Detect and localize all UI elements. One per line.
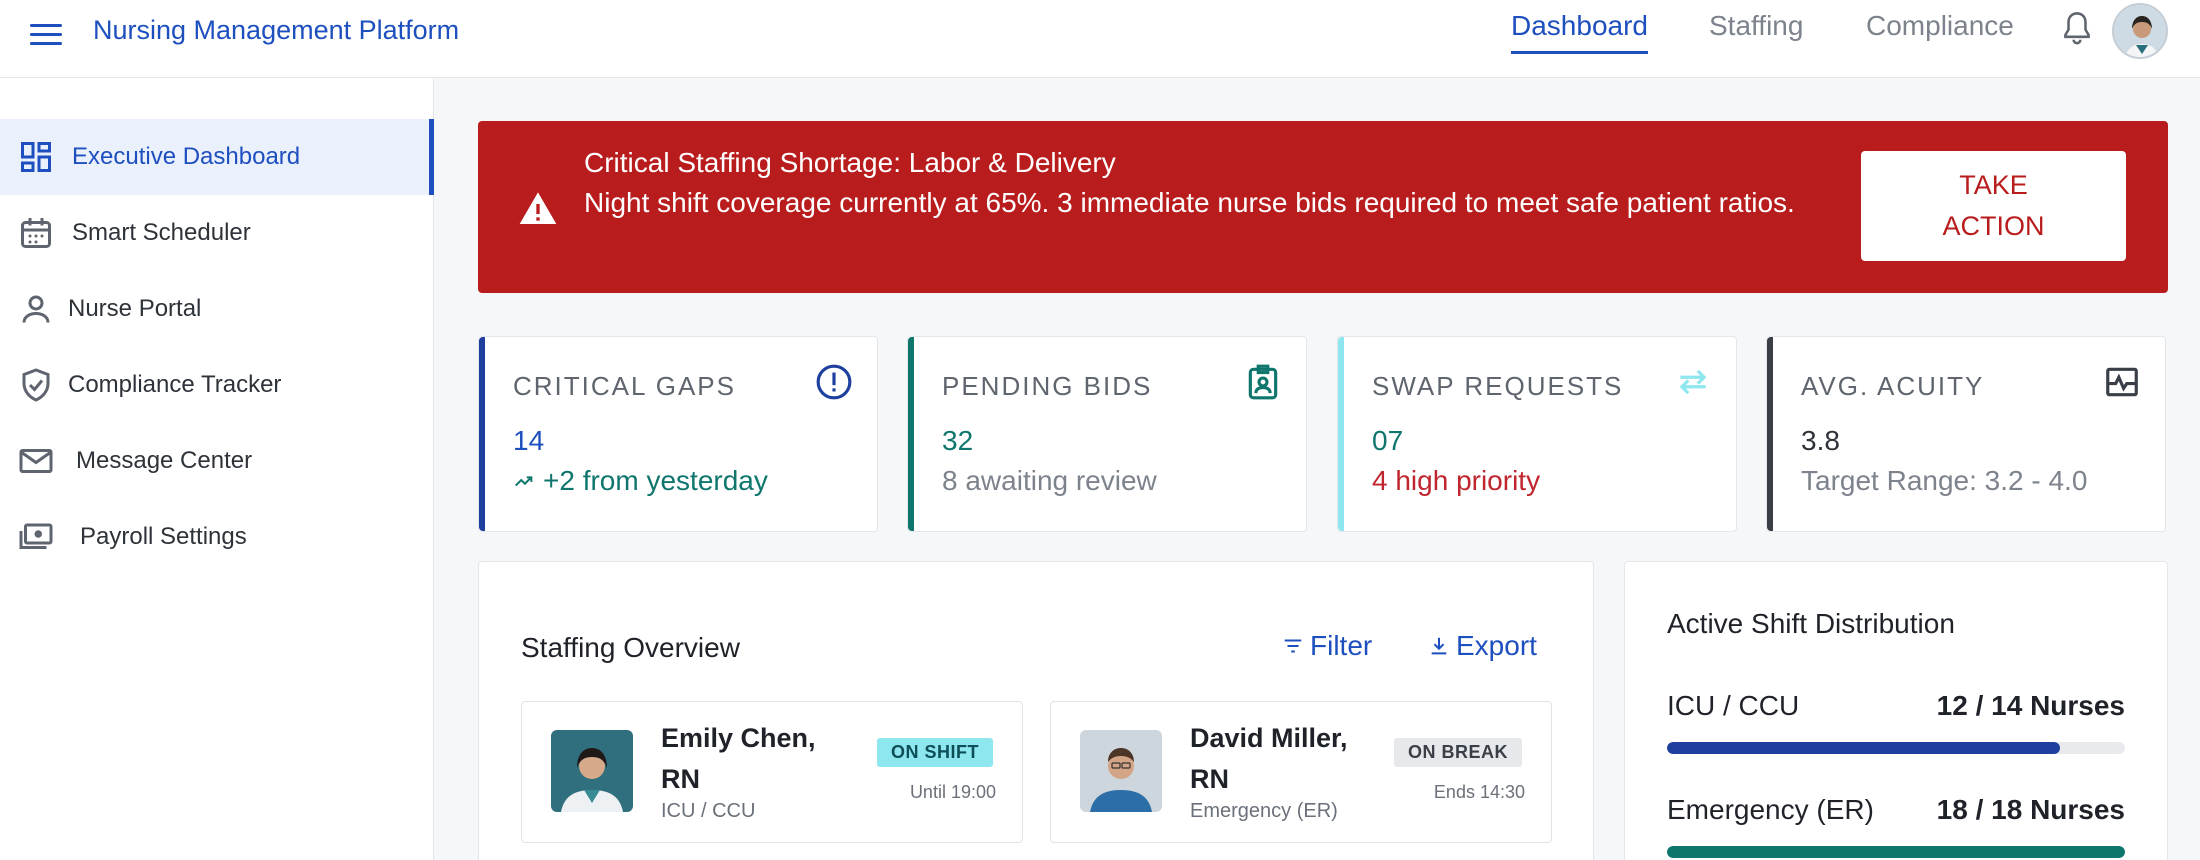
- alert-circle-icon: [816, 364, 852, 400]
- nurse-name: David Miller, RN: [1190, 723, 1348, 794]
- shift-time: Until 19:00: [909, 782, 996, 802]
- stat-title: PENDING BIDS: [942, 371, 1153, 401]
- sidebar-item-label: Compliance Tracker: [68, 371, 282, 398]
- stat-sub: +2 from yesterday: [513, 465, 768, 497]
- stat-card-swap-requests[interactable]: SWAP REQUESTS 07 4 high priority: [1337, 336, 1737, 532]
- nurse-name: Emily Chen, RN: [661, 723, 816, 794]
- trending-up-icon: [515, 476, 533, 487]
- sidebar-item-nurse-portal[interactable]: Nurse Portal: [0, 271, 434, 347]
- warning-icon: [519, 192, 557, 224]
- stat-title: CRITICAL GAPS: [513, 371, 736, 401]
- panel-title: Staffing Overview: [521, 632, 740, 663]
- swap-icon: [1679, 369, 1707, 395]
- distribution-label: Emergency (ER): [1667, 794, 1874, 825]
- stat-value: 07: [1372, 425, 1404, 456]
- take-action-button[interactable]: TAKE ACTION: [1861, 151, 2126, 261]
- shift-distribution-panel: Active Shift Distribution ICU / CCU 12 /…: [1624, 561, 2168, 860]
- stat-accent-bar: [479, 337, 485, 531]
- alert-title: Critical Staffing Shortage: Labor & Deli…: [584, 147, 1116, 178]
- sidebar-item-message-center[interactable]: Message Center: [0, 423, 434, 499]
- sidebar-item-label: Nurse Portal: [68, 295, 202, 322]
- stat-sub-text: +2 from yesterday: [543, 465, 768, 496]
- stat-accent-bar: [908, 337, 914, 531]
- dashboard-icon: [21, 142, 51, 172]
- sidebar-item-label: Executive Dashboard: [72, 143, 301, 170]
- take-action-label-line1: TAKE: [1959, 170, 2028, 200]
- panel-title: Active Shift Distribution: [1667, 608, 1955, 639]
- stat-accent-bar: [1767, 337, 1773, 531]
- distribution-label: ICU / CCU: [1667, 690, 1800, 721]
- export-label: Export: [1456, 630, 1537, 661]
- stat-card-pending-bids[interactable]: PENDING BIDS 32 8 awaiting review: [907, 336, 1307, 532]
- nurse-photo: [551, 730, 633, 812]
- calendar-icon: [21, 218, 51, 248]
- nurse-card[interactable]: David Miller, RN Emergency (ER) ON BREAK…: [1050, 701, 1552, 843]
- critical-alert-banner: Critical Staffing Shortage: Labor & Deli…: [478, 121, 2168, 293]
- distribution-count: 12 / 14 Nurses: [1936, 690, 2125, 721]
- distribution-track: [1667, 742, 2125, 754]
- staffing-overview-panel: Staffing Overview Filter Export Emily Ch…: [478, 561, 1594, 860]
- nurse-card[interactable]: Emily Chen, RN ICU / CCU ON SHIFT Until …: [521, 701, 1023, 843]
- pulse-icon: [2106, 367, 2138, 397]
- status-badge: ON BREAK: [1393, 738, 1522, 767]
- download-icon: [1431, 637, 1447, 655]
- take-action-label-line2: ACTION: [1942, 211, 2045, 241]
- sidebar-item-compliance-tracker[interactable]: Compliance Tracker: [0, 347, 434, 423]
- stat-title: SWAP REQUESTS: [1372, 371, 1624, 401]
- nurse-photo: [1080, 730, 1162, 812]
- menu-icon[interactable]: [30, 14, 70, 54]
- stat-title: AVG. ACUITY: [1801, 371, 1985, 401]
- stat-card-critical-gaps[interactable]: CRITICAL GAPS 14 +2 from yesterday: [478, 336, 878, 532]
- sidebar-item-label: Smart Scheduler: [72, 219, 251, 246]
- money-icon: [19, 523, 53, 549]
- stat-accent-bar: [1338, 337, 1344, 531]
- tab-dashboard[interactable]: Dashboard: [1511, 8, 1648, 54]
- bell-icon[interactable]: [2060, 8, 2094, 50]
- stat-sub: 4 high priority: [1372, 465, 1541, 496]
- export-button[interactable]: Export: [1428, 630, 1537, 662]
- sidebar-item-label: Payroll Settings: [80, 523, 247, 550]
- sidebar-item-label: Message Center: [76, 447, 253, 474]
- distribution-count: 18 / 18 Nurses: [1936, 794, 2125, 825]
- avatar[interactable]: [2112, 3, 2168, 59]
- stat-card-avg-acuity[interactable]: AVG. ACUITY 3.8 Target Range: 3.2 - 4.0: [1766, 336, 2166, 532]
- nurse-dept: Emergency (ER): [1190, 800, 1338, 822]
- mail-icon: [19, 449, 53, 473]
- badge-icon: [1248, 364, 1278, 400]
- alert-body: Night shift coverage currently at 65%. 3…: [584, 187, 1795, 218]
- stat-sub: Target Range: 3.2 - 4.0: [1801, 465, 2088, 496]
- shield-check-icon: [22, 368, 50, 402]
- tab-compliance[interactable]: Compliance: [1866, 8, 2014, 44]
- sidebar-item-smart-scheduler[interactable]: Smart Scheduler: [0, 195, 434, 271]
- distribution-fill: [1667, 742, 2060, 754]
- app-title: Nursing Management Platform: [93, 15, 460, 45]
- filter-label: Filter: [1310, 630, 1373, 661]
- sidebar: Executive Dashboard Smart Scheduler Nurs…: [0, 78, 434, 860]
- filter-icon: [1284, 639, 1302, 653]
- tab-staffing[interactable]: Staffing: [1709, 8, 1803, 44]
- stat-value: 14: [513, 425, 545, 456]
- distribution-track: [1667, 846, 2125, 858]
- stat-value: 3.8: [1801, 425, 1840, 456]
- status-badge: ON SHIFT: [877, 738, 993, 767]
- stat-sub: 8 awaiting review: [942, 465, 1157, 496]
- nurse-dept: ICU / CCU: [661, 800, 756, 822]
- top-bar: Nursing Management Platform Dashboard St…: [0, 0, 2200, 78]
- filter-button[interactable]: Filter: [1282, 630, 1372, 662]
- stat-value: 32: [942, 425, 974, 456]
- sidebar-item-executive-dashboard[interactable]: Executive Dashboard: [0, 119, 434, 195]
- distribution-fill: [1667, 846, 2125, 858]
- shift-time: Ends 14:30: [1433, 782, 1525, 802]
- sidebar-item-payroll-settings[interactable]: Payroll Settings: [0, 499, 434, 575]
- person-icon: [22, 295, 50, 323]
